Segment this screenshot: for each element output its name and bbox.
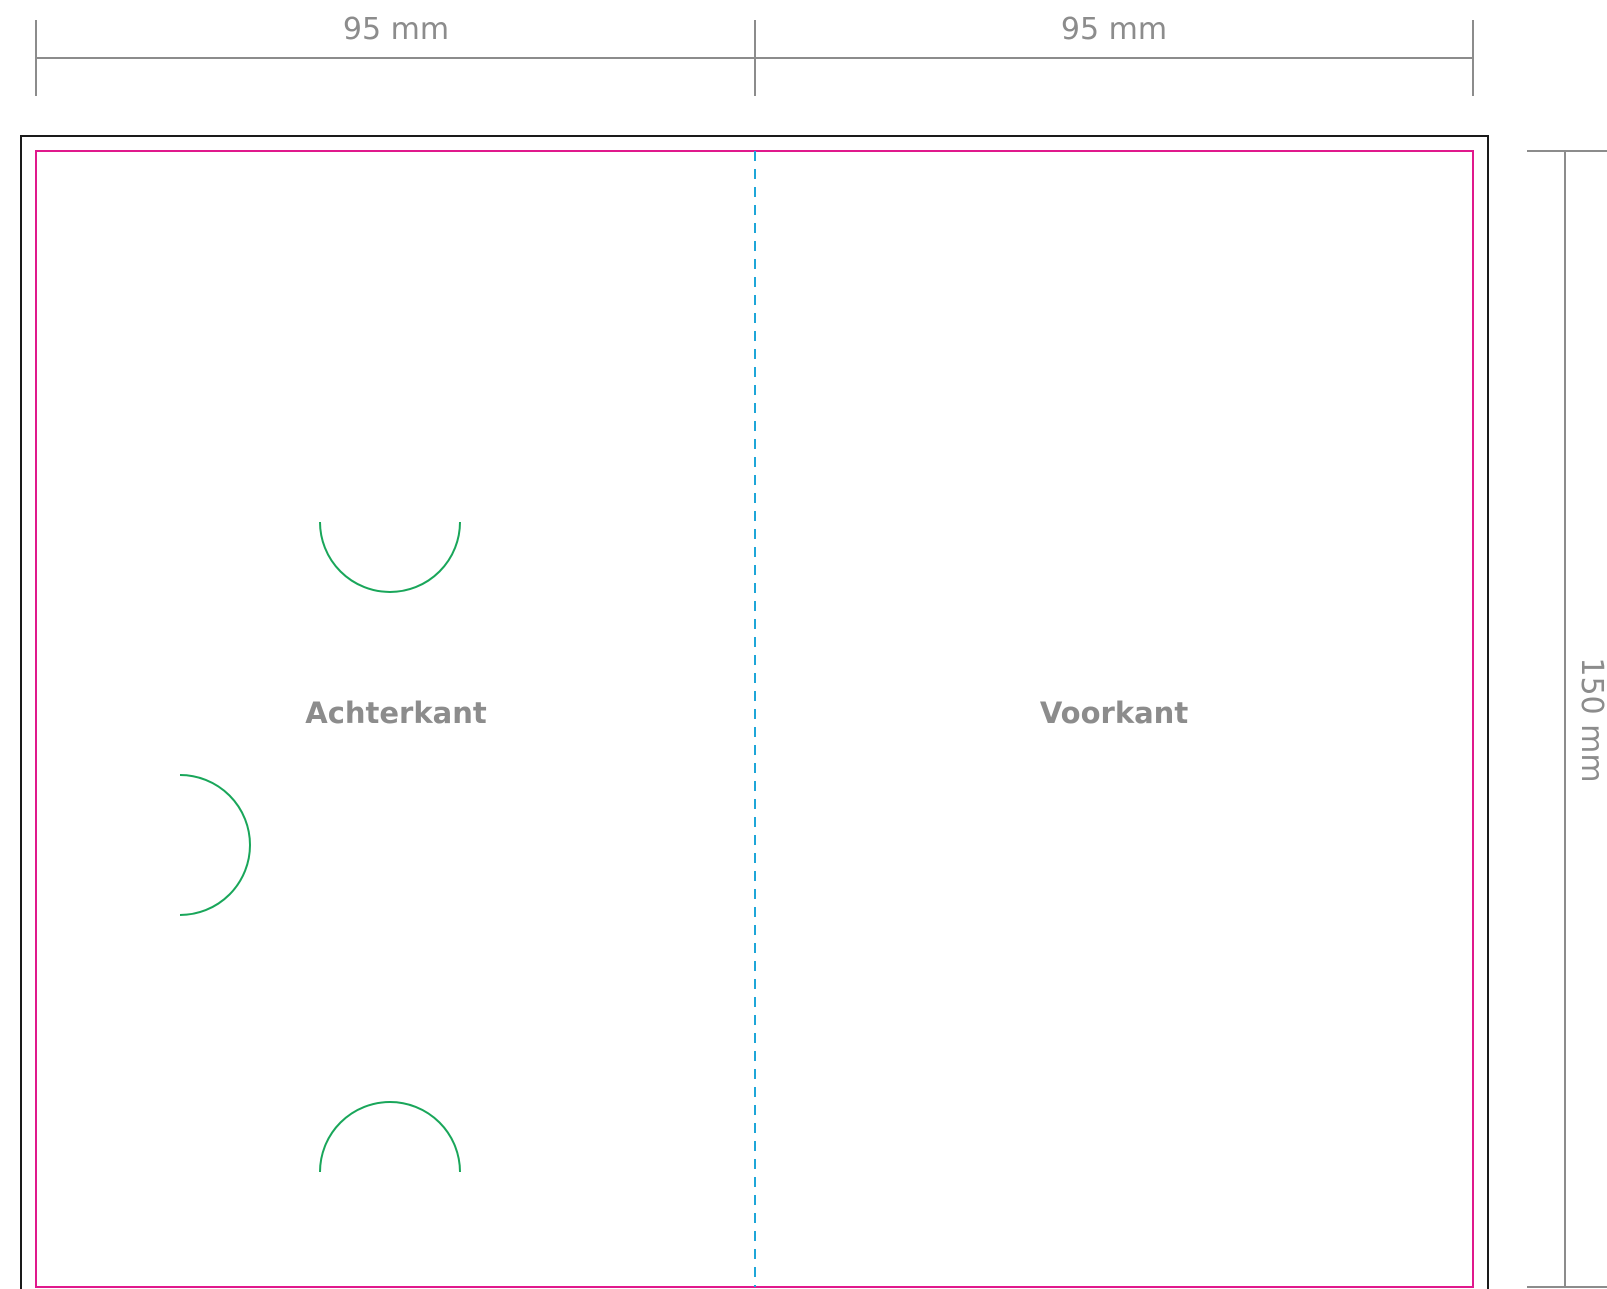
width-right-label: 95 mm <box>1061 12 1167 47</box>
cut-arc-left <box>179 774 251 916</box>
cut-lines <box>179 521 461 1173</box>
cut-arc-bottom <box>319 1101 461 1173</box>
top-dimension: 95 mm 95 mm <box>35 12 1474 96</box>
width-left-label: 95 mm <box>343 12 449 47</box>
back-panel-label: Achterkant <box>305 696 487 730</box>
dieline-template: 95 mm 95 mm 150 mm Achterkant Voorkant <box>20 12 1607 1289</box>
height-label: 150 mm <box>1574 657 1607 782</box>
right-dimension: 150 mm <box>1527 150 1607 1288</box>
front-panel-label: Voorkant <box>1040 696 1189 730</box>
cut-arc-top <box>319 521 461 593</box>
